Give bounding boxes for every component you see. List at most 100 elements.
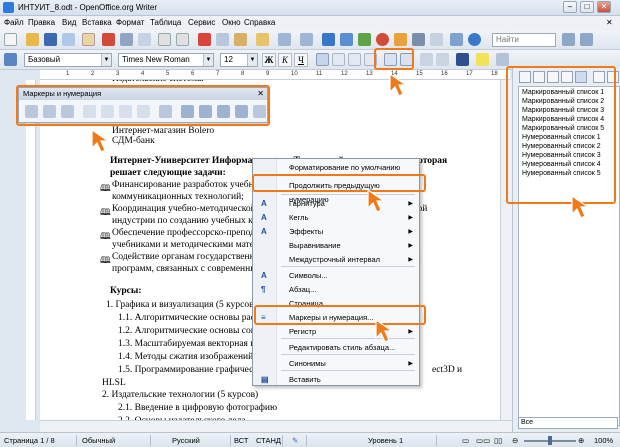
single-page-view-icon[interactable]: ▭ <box>462 436 469 445</box>
document-line[interactable]: СДМ-банк <box>112 136 155 146</box>
print-preview-icon[interactable] <box>138 33 151 46</box>
style-filter-select[interactable]: Все <box>518 417 618 429</box>
new-document-icon[interactable] <box>4 33 17 46</box>
ruler-tick-label: 15 <box>416 71 423 77</box>
edit-file-icon[interactable] <box>82 33 95 46</box>
document-line[interactable]: Курсы: <box>110 286 141 296</box>
find-prev-icon[interactable] <box>562 33 575 46</box>
show-draw-functions-icon[interactable] <box>358 33 371 46</box>
spellcheck-icon[interactable] <box>158 33 171 46</box>
context-menu-item[interactable]: ▤ Вставить <box>253 373 419 387</box>
table-icon[interactable] <box>340 33 353 46</box>
open-folder-icon[interactable] <box>26 33 39 46</box>
menu-table[interactable]: Таблица <box>150 18 181 27</box>
font-name-select[interactable]: Times New Roman ▼ <box>118 53 214 67</box>
status-divider <box>436 435 437 446</box>
font-size-select[interactable]: 12 ▼ <box>220 53 258 67</box>
data-sources-icon[interactable] <box>412 33 425 46</box>
status-selection-mode[interactable]: СТАНД <box>256 436 281 445</box>
zoom-out-icon[interactable]: ⊖ <box>512 436 518 445</box>
font-color-icon[interactable] <box>456 53 469 66</box>
copy-icon[interactable] <box>216 33 229 46</box>
styles-formatting-icon[interactable] <box>4 53 17 66</box>
menu-tools[interactable]: Сервис <box>188 18 215 27</box>
submenu-arrow-icon: ▶ <box>408 257 413 263</box>
cut-icon[interactable] <box>198 33 211 46</box>
document-line-fragment[interactable]: ect3D и <box>432 365 462 375</box>
status-page-style[interactable]: Обычный <box>82 436 115 445</box>
minimize-button[interactable]: – <box>563 1 577 13</box>
context-menu-item[interactable]: Регистр ▶ <box>253 325 419 339</box>
document-line[interactable]: 2.1. Введение в цифровую фотографию <box>118 403 277 413</box>
autospellcheck-icon[interactable] <box>176 33 189 46</box>
menu-edit[interactable]: Правка <box>28 18 55 27</box>
document-line[interactable]: коммуникационных технологий; <box>112 192 244 202</box>
zoom-slider-handle[interactable] <box>548 436 552 445</box>
increase-indent-icon[interactable] <box>436 53 449 66</box>
maximize-button[interactable]: □ <box>580 1 594 13</box>
menu-file[interactable]: Файл <box>4 18 24 27</box>
context-menu-item[interactable]: A Эффекты ▶ <box>253 225 419 239</box>
document-line[interactable]: Издательские системы <box>112 80 203 84</box>
hyperlink-icon[interactable] <box>322 33 335 46</box>
export-pdf-icon[interactable] <box>102 33 115 46</box>
context-menu-item[interactable]: Междустрочный интервал ▶ <box>253 253 419 267</box>
gallery-icon[interactable] <box>394 33 407 46</box>
help-icon[interactable] <box>468 33 481 46</box>
status-insert-mode[interactable]: ВСТ <box>234 436 249 445</box>
context-menu-item[interactable]: A Гарнитура ▶ <box>253 197 419 211</box>
italic-button[interactable]: К <box>278 53 292 67</box>
close-button[interactable]: ✕ <box>597 1 611 13</box>
horizontal-scrollbar[interactable] <box>40 420 512 432</box>
redo-icon[interactable] <box>300 33 313 46</box>
book-view-icon[interactable]: ▯▯ <box>494 436 502 445</box>
context-menu[interactable]: Форматирование по умолчанию Продолжить пр… <box>252 158 420 386</box>
find-input[interactable]: Найти <box>492 33 556 47</box>
save-icon[interactable] <box>44 33 57 46</box>
zoom-icon[interactable] <box>450 33 463 46</box>
navigator-icon[interactable] <box>376 33 389 46</box>
menu-view[interactable]: Вид <box>62 18 76 27</box>
menu-window[interactable]: Окно <box>222 18 241 27</box>
menu-format[interactable]: Формат <box>116 18 144 27</box>
context-menu-item-label: Вставить <box>289 375 321 384</box>
paragraph-style-select[interactable]: Базовый ▼ <box>24 53 112 67</box>
context-menu-item[interactable]: A Кегль ▶ <box>253 211 419 225</box>
align-center-icon[interactable] <box>332 53 345 66</box>
highlighting-icon[interactable] <box>476 53 489 66</box>
document-line[interactable]: 1. Графика и визуализация (5 курсов) <box>106 300 257 310</box>
undo-icon[interactable] <box>278 33 291 46</box>
context-menu-item[interactable]: ¶ Абзац... <box>253 283 419 297</box>
context-menu-item[interactable]: Форматирование по умолчанию <box>253 161 419 175</box>
document-line[interactable]: решает следующие задачи: <box>110 168 226 178</box>
bold-button[interactable]: Ж <box>262 53 276 67</box>
multi-page-view-icon[interactable]: ▭▭ <box>476 436 490 445</box>
status-page[interactable]: Страница 1 / 8 <box>4 436 55 445</box>
print-icon[interactable] <box>120 33 133 46</box>
context-menu-item[interactable]: A Символы... <box>253 269 419 283</box>
document-line[interactable]: HLSL <box>102 378 126 388</box>
format-paintbrush-icon[interactable] <box>256 33 269 46</box>
email-icon[interactable] <box>62 33 75 46</box>
close-document-icon[interactable]: ✕ <box>606 18 613 27</box>
context-menu-item[interactable]: Выравнивание ▶ <box>253 239 419 253</box>
background-color-icon[interactable] <box>496 53 509 66</box>
decrease-indent-icon[interactable] <box>420 53 433 66</box>
status-language[interactable]: Русский <box>172 436 200 445</box>
nonprinting-chars-icon[interactable] <box>430 33 443 46</box>
find-next-icon[interactable] <box>580 33 593 46</box>
menu-help[interactable]: Справка <box>244 18 275 27</box>
zoom-value[interactable]: 100% <box>594 436 613 445</box>
context-menu-item[interactable]: Редактировать стиль абзаца... <box>253 341 419 355</box>
align-left-icon[interactable] <box>316 53 329 66</box>
document-line[interactable]: 2. Издательские технологии (5 курсов) <box>102 390 258 400</box>
zoom-in-icon[interactable]: ⊕ <box>578 436 584 445</box>
align-right-icon[interactable] <box>348 53 361 66</box>
document-line[interactable]: 1.4. Методы сжатия изображений <box>118 352 253 362</box>
horizontal-ruler[interactable]: 1 2 3 4 5 6 7 8 9 10 11 12 13 14 15 16 17 18 <box>40 70 510 80</box>
document-line[interactable]: Интернет-магазин Bolero <box>112 126 214 136</box>
underline-button[interactable]: Ч <box>294 53 308 67</box>
context-menu-item[interactable]: Синонимы ▶ <box>253 357 419 371</box>
menu-insert[interactable]: Вставка <box>82 18 112 27</box>
paste-icon[interactable] <box>234 33 247 46</box>
